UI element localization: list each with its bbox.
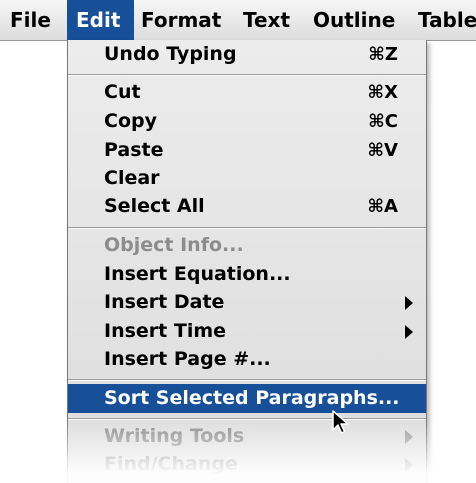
shortcut-label: ⌘X <box>367 82 398 103</box>
shortcut-label: ⌘V <box>367 140 398 161</box>
menu-item-label: Object Info... <box>104 234 244 256</box>
menu-item-label: Paste <box>104 139 164 161</box>
shortcut-label: ⌘Z <box>368 44 398 65</box>
menu-separator <box>68 74 426 76</box>
submenu-arrow-icon <box>405 430 413 444</box>
menu-item-label: Insert Time <box>104 320 227 342</box>
menu-item-cut[interactable]: Cut ⌘X <box>68 78 426 107</box>
menu-item-clear[interactable]: Clear <box>68 164 426 193</box>
menu-item-label: Copy <box>104 110 157 132</box>
menu-item-label: Cut <box>104 81 141 103</box>
menu-outline[interactable]: Outline <box>313 0 395 40</box>
menu-separator <box>68 418 426 420</box>
menu-item-insert-page-number[interactable]: Insert Page #... <box>68 345 426 374</box>
menu-item-find-change[interactable]: Find/Change <box>68 450 426 479</box>
menu-separator <box>68 379 426 381</box>
menu-item-writing-tools[interactable]: Writing Tools <box>68 422 426 451</box>
menu-item-label: Insert Date <box>104 291 225 313</box>
arrow-cursor-icon <box>332 410 349 434</box>
menu-item-label: Sort Selected Paragraphs... <box>104 387 400 409</box>
menu-item-insert-date[interactable]: Insert Date <box>68 288 426 317</box>
shortcut-label: ⌘A <box>367 196 398 217</box>
menu-item-label: Writing Tools <box>104 425 245 447</box>
menu-item-select-all[interactable]: Select All ⌘A <box>68 192 426 221</box>
menu-item-insert-time[interactable]: Insert Time <box>68 317 426 346</box>
menu-item-object-info: Object Info... <box>68 231 426 260</box>
submenu-arrow-icon <box>405 296 413 310</box>
menu-bar: File Edit Format Text Outline Table <box>0 0 476 41</box>
menu-item-label: Insert Equation... <box>104 263 291 285</box>
menu-item-label: Clear <box>104 167 160 189</box>
submenu-arrow-icon <box>405 325 413 339</box>
menu-item-insert-equation[interactable]: Insert Equation... <box>68 260 426 289</box>
menu-table[interactable]: Table <box>418 0 476 40</box>
menu-item-label: Undo Typing <box>104 43 237 65</box>
menu-text[interactable]: Text <box>243 0 290 40</box>
menu-edit[interactable]: Edit <box>67 0 134 40</box>
shortcut-label: ⌘C <box>368 111 398 132</box>
menu-item-undo-typing[interactable]: Undo Typing ⌘Z <box>68 40 426 69</box>
menu-separator <box>68 227 426 229</box>
menu-item-label: Select All <box>104 195 205 217</box>
menu-file[interactable]: File <box>10 0 51 40</box>
submenu-arrow-icon <box>405 458 413 472</box>
menu-item-sort-selected-paragraphs[interactable]: Sort Selected Paragraphs... <box>68 384 426 413</box>
menu-item-label: Find/Change <box>104 453 238 475</box>
menu-item-paste[interactable]: Paste ⌘V <box>68 136 426 165</box>
menu-item-copy[interactable]: Copy ⌘C <box>68 107 426 136</box>
edit-menu: Undo Typing ⌘Z Cut ⌘X Copy ⌘C Paste ⌘V C… <box>67 40 427 483</box>
menu-item-label: Insert Page #... <box>104 348 271 370</box>
menu-format[interactable]: Format <box>141 0 221 40</box>
